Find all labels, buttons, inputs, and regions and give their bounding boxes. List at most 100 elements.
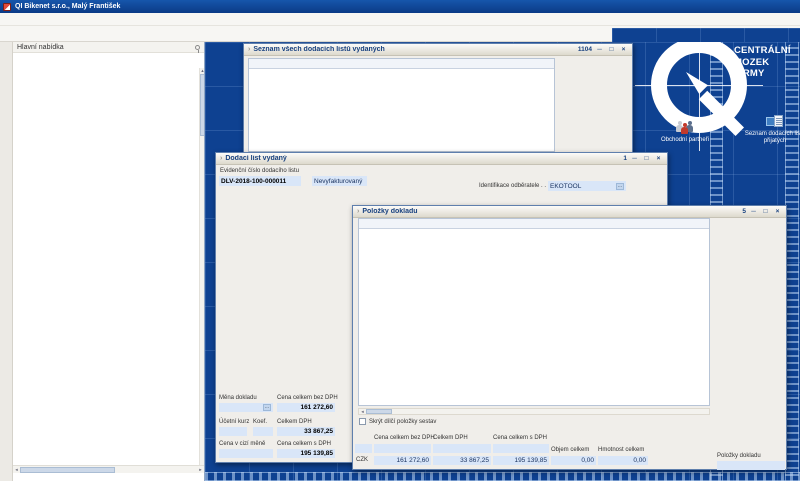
window-number-badge: 5 <box>742 208 746 215</box>
window-number-badge: 1 <box>623 155 627 162</box>
foreign-price-label: Cena v cizí měně <box>219 441 265 447</box>
logo-line: CENTRÁLNÍ <box>734 45 791 57</box>
window-titlebar[interactable]: › Seznam všech dodacích listů vydaných 1… <box>244 44 632 56</box>
items-table <box>358 218 710 406</box>
items-horizontal-scrollbar[interactable]: ◄ <box>358 408 710 415</box>
total-vat-value: 195 139,85 <box>277 449 335 458</box>
scrollbar-thumb[interactable] <box>200 74 204 136</box>
lookup-button[interactable]: ... <box>616 183 624 190</box>
window-titlebar[interactable]: › Položky dokladu 5 ─ □ × <box>353 206 786 218</box>
documents-table <box>248 58 555 152</box>
scroll-right-icon[interactable]: ► <box>197 467 204 472</box>
window-title: Položky dokladu <box>362 208 739 215</box>
footer-total-no-vat: 161 272,60 <box>374 456 431 465</box>
maximize-button[interactable]: □ <box>761 207 770 216</box>
tree-vertical-scrollbar[interactable]: ▲ <box>199 68 204 465</box>
currency-label: Měna dokladu <box>219 395 257 401</box>
footer-empty-field <box>374 444 431 453</box>
document-disk-icon <box>764 114 786 129</box>
window-titlebar[interactable]: › Dodací list vydaný 1 ─ □ × <box>216 153 667 165</box>
people-icon <box>674 120 696 135</box>
minimize-button[interactable]: ─ <box>595 45 604 54</box>
rate-field[interactable] <box>219 427 247 436</box>
footer-total-vat: 195 139,85 <box>493 456 549 465</box>
foreign-price-field[interactable] <box>219 449 273 458</box>
footer-label: Celkem DPH <box>433 435 468 441</box>
desktop-background-sliver <box>612 28 800 42</box>
blueprint-ladder-bottom <box>205 472 800 481</box>
desktop-icon-label: Seznam dodacích listů přijatých <box>743 131 800 145</box>
window-menu-icon[interactable]: › <box>248 46 250 53</box>
koef-field[interactable] <box>253 427 273 436</box>
footer-empty-field <box>433 444 491 453</box>
scroll-left-icon[interactable]: ◄ <box>359 409 366 414</box>
panel-header: Hlavní nabídka <box>13 42 204 53</box>
close-button[interactable]: × <box>619 45 628 54</box>
footer-volume: 0,00 <box>551 456 596 465</box>
doc-number-label: Evidenční číslo dodacího listu <box>220 168 299 174</box>
mdi-desktop: CENTRÁLNÍ MOZEK FIRMY Obchodní partneři … <box>205 42 800 481</box>
rate-label: Účetní kurz <box>219 419 249 425</box>
footer-empty-field <box>355 444 372 453</box>
window-menu-icon[interactable]: › <box>220 155 222 162</box>
scrollbar-thumb[interactable] <box>20 467 115 473</box>
window-title: Dodací list vydaný <box>225 155 620 162</box>
main-menu-panel: Hlavní nabídka ▲ ◄ ► <box>13 42 205 481</box>
koef-label: Koef. <box>253 419 267 425</box>
menubar <box>0 13 800 26</box>
window-menu-icon[interactable]: › <box>357 208 359 215</box>
footer-label: Cena celkem s DPH <box>493 435 547 441</box>
customer-id-value: EKOTOOL <box>550 183 581 190</box>
footer-vat: 33 867,25 <box>433 456 491 465</box>
hide-subitems-checkbox[interactable] <box>359 418 366 425</box>
scrollbar-thumb[interactable] <box>366 409 392 414</box>
qi-app-icon <box>3 3 11 11</box>
footer-label: Cena celkem bez DPH <box>374 435 435 441</box>
total-no-vat-value: 161 272,60 <box>277 403 335 412</box>
window-title: Seznam všech dodacích listů vydaných <box>253 46 575 53</box>
sidebar-rail <box>0 42 13 481</box>
app-title: QI Bikenet s.r.o., Malý František <box>15 3 120 10</box>
logo-line: MOZEK <box>734 57 791 69</box>
doc-number-field[interactable]: DLV-2018-100-000011 <box>219 176 301 186</box>
function-tree: ▲ <box>13 68 204 465</box>
lookup-button[interactable]: ... <box>263 404 271 411</box>
table-header-row <box>249 59 554 69</box>
table-header-row <box>359 219 709 229</box>
app-titlebar: QI Bikenet s.r.o., Malý František <box>0 0 800 13</box>
qi-logo-slogan: CENTRÁLNÍ MOZEK FIRMY <box>734 45 791 80</box>
total-no-vat-label: Cena celkem bez DPH <box>277 395 338 401</box>
footer-currency: CZK <box>356 457 368 463</box>
tree-horizontal-scrollbar[interactable]: ◄ ► <box>13 465 204 473</box>
items-panel-field[interactable] <box>717 461 785 470</box>
footer-label: Objem celkem <box>551 447 589 453</box>
footer-weight: 0,00 <box>598 456 648 465</box>
window-delivery-notes-list: › Seznam všech dodacích listů vydaných 1… <box>243 43 633 155</box>
close-button[interactable]: × <box>654 154 663 163</box>
window-document-items: › Položky dokladu 5 ─ □ × ◄ Skrýt dílčí … <box>352 205 787 470</box>
vat-value: 33 867,25 <box>277 427 335 436</box>
vat-label: Celkem DPH <box>277 419 312 425</box>
minimize-button[interactable]: ─ <box>630 154 639 163</box>
desktop-icon-business-partners[interactable]: Obchodní partneři <box>653 120 717 144</box>
blueprint-ladder-right-edge <box>785 42 799 481</box>
minimize-button[interactable]: ─ <box>749 207 758 216</box>
total-vat-label: Cena celkem s DPH <box>277 441 331 447</box>
panel-title: Hlavní nabídka <box>17 44 64 51</box>
desktop-icon-received-delivery-notes[interactable]: Seznam dodacích listů přijatých <box>743 114 800 145</box>
window-number-badge: 1104 <box>578 46 592 53</box>
footer-label: Hmotnost celkem <box>598 447 644 453</box>
checkbox-label: Skrýt dílčí položky sestav <box>369 419 436 425</box>
maximize-button[interactable]: □ <box>642 154 651 163</box>
maximize-button[interactable]: □ <box>607 45 616 54</box>
pin-icon[interactable] <box>195 45 200 50</box>
close-button[interactable]: × <box>773 207 782 216</box>
currency-field[interactable]: ... <box>219 403 273 412</box>
customer-id-field[interactable]: EKOTOOL ... <box>548 181 626 191</box>
hide-subitems-row: Skrýt dílčí položky sestav <box>359 418 436 425</box>
tree-toolbar <box>13 53 204 68</box>
desktop-icon-label: Obchodní partneři <box>653 137 717 144</box>
doc-status-field: Nevyfakturovaný <box>312 176 367 186</box>
scroll-left-icon[interactable]: ◄ <box>13 467 20 472</box>
logo-line: FIRMY <box>734 68 791 80</box>
